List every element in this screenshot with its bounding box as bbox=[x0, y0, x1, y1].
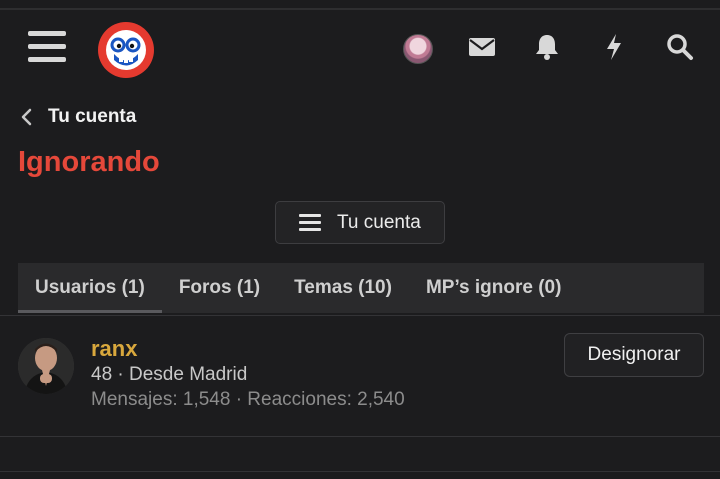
envelope-icon[interactable] bbox=[465, 30, 499, 64]
tab-threads[interactable]: Temas (10) bbox=[277, 263, 409, 313]
list-divider bbox=[0, 315, 720, 316]
hamburger-menu-icon[interactable] bbox=[28, 31, 68, 65]
account-menu-button[interactable]: Tu cuenta bbox=[275, 201, 445, 244]
site-header bbox=[0, 10, 720, 86]
page-title: Ignorando bbox=[18, 146, 160, 178]
ignore-tabs: Usuarios (1) Foros (1) Temas (10) MP’s i… bbox=[18, 263, 704, 313]
ignored-username[interactable]: ranx bbox=[91, 336, 137, 362]
avatar[interactable] bbox=[18, 338, 74, 394]
search-icon[interactable] bbox=[663, 30, 697, 64]
site-logo[interactable] bbox=[97, 21, 155, 79]
user-stats: Mensajes: 1,548 · Reacciones: 2,540 bbox=[91, 389, 405, 410]
chevron-left-icon bbox=[21, 108, 32, 126]
breadcrumb-label: Tu cuenta bbox=[48, 106, 137, 127]
user-info: 48 · Desde Madrid bbox=[91, 364, 248, 385]
bell-icon[interactable] bbox=[530, 30, 564, 64]
tab-pm-ignore[interactable]: MP’s ignore (0) bbox=[409, 263, 578, 313]
user-avatar[interactable] bbox=[403, 34, 433, 64]
breadcrumb[interactable]: Tu cuenta bbox=[20, 106, 136, 128]
lightning-icon[interactable] bbox=[597, 30, 631, 64]
unignore-button[interactable]: Designorar bbox=[564, 333, 704, 377]
tab-forums[interactable]: Foros (1) bbox=[162, 263, 277, 313]
account-menu-label: Tu cuenta bbox=[337, 211, 421, 233]
list-divider bbox=[0, 436, 720, 437]
tab-users[interactable]: Usuarios (1) bbox=[18, 263, 162, 313]
menu-lines-icon bbox=[299, 213, 321, 232]
